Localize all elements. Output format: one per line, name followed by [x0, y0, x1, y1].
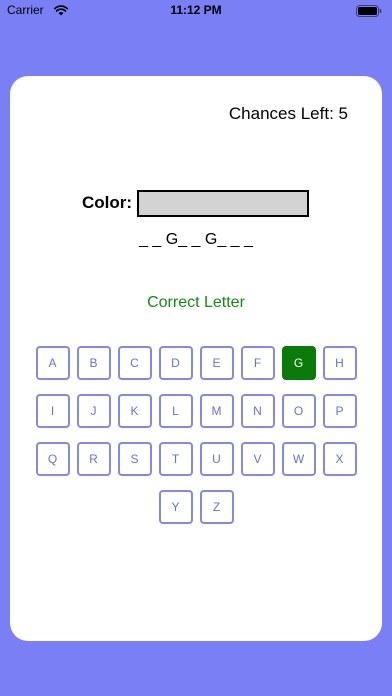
letter-key-s[interactable]: S [117, 442, 152, 476]
letter-key-y[interactable]: Y [158, 490, 193, 524]
letter-key-u[interactable]: U [199, 442, 234, 476]
letter-key-l[interactable]: L [158, 394, 193, 428]
letter-key-z[interactable]: Z [199, 490, 234, 524]
category-row: Color: [82, 189, 310, 217]
letter-key-f[interactable]: F [240, 346, 275, 380]
letter-key-e[interactable]: E [199, 346, 234, 380]
letter-key-q[interactable]: Q [35, 442, 70, 476]
letter-key-o[interactable]: O [281, 394, 316, 428]
letter-key-p[interactable]: P [322, 394, 357, 428]
keyboard-row: QRSTUVWX [10, 442, 382, 476]
chances-value: 5 [338, 104, 348, 123]
letter-key-j[interactable]: J [76, 394, 111, 428]
battery-icon [356, 5, 382, 17]
letter-key-c[interactable]: C [117, 346, 152, 380]
letter-key-k[interactable]: K [117, 394, 152, 428]
category-color-box [137, 189, 310, 217]
letter-key-r[interactable]: R [76, 442, 111, 476]
letter-key-a[interactable]: A [35, 346, 70, 380]
clock-time: 11:12 PM [170, 3, 222, 17]
letter-key-n[interactable]: N [240, 394, 275, 428]
keyboard-row: ABCDEFGH [10, 346, 382, 380]
letter-key-d[interactable]: D [158, 346, 193, 380]
letter-key-v[interactable]: V [240, 442, 275, 476]
feedback-message: Correct Letter [147, 294, 245, 311]
letter-key-b[interactable]: B [76, 346, 111, 380]
keyboard-row: IJKLMNOP [10, 394, 382, 428]
word-display: _ _ G_ _ G_ _ _ [139, 231, 253, 248]
status-bar: Carrier 11:12 PM [0, 0, 392, 22]
chances-counter: Chances Left: 5 [229, 104, 348, 124]
letter-key-g[interactable]: G [281, 346, 316, 380]
category-label: Color: [82, 193, 133, 212]
letter-key-h[interactable]: H [322, 346, 357, 380]
keyboard-row: YZ [10, 490, 382, 524]
game-card: Chances Left: 5 Color: _ _ G_ _ G_ _ _ C… [10, 76, 382, 641]
letter-key-m[interactable]: M [199, 394, 234, 428]
letter-key-i[interactable]: I [35, 394, 70, 428]
chances-label: Chances Left: [228, 104, 334, 123]
letter-key-t[interactable]: T [158, 442, 193, 476]
letter-key-x[interactable]: X [322, 442, 357, 476]
letter-key-w[interactable]: W [281, 442, 316, 476]
